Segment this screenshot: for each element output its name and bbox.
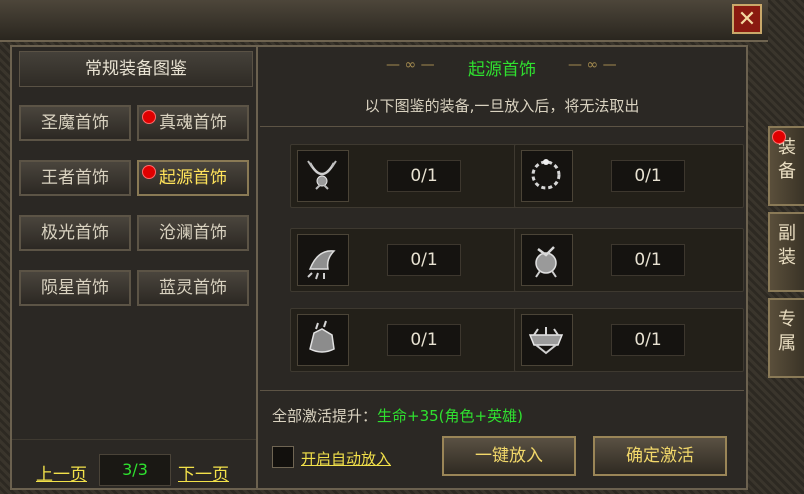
notification-dot: [142, 165, 156, 179]
necklace-icon: [297, 150, 349, 202]
page-indicator: 3/3: [99, 454, 171, 486]
category-label: 王者首饰: [41, 168, 109, 188]
category-button-jiguang[interactable]: 极光首饰: [19, 215, 131, 251]
confirm-activate-button[interactable]: 确定激活: [593, 436, 727, 476]
equipment-slot[interactable]: 0/1: [514, 144, 744, 208]
side-tab-exclusive[interactable]: 专属: [768, 298, 804, 378]
category-button-shengmo[interactable]: 圣魔首饰: [19, 105, 131, 141]
category-label: 圣魔首饰: [41, 113, 109, 133]
category-panel: 常规装备图鉴 圣魔首饰 真魂首饰 王者首饰 起源首饰 极光首饰 沧澜首饰 陨星首…: [10, 45, 258, 490]
category-label: 起源首饰: [159, 168, 227, 188]
close-button[interactable]: ✕: [732, 4, 762, 34]
activation-bonus: 全部激活提升：生命+35(角色+英雄): [272, 405, 523, 426]
codex-detail-panel: — ∞ — 起源首饰 — ∞ — 以下图鉴的装备,一旦放入后，将无法取出 0/1…: [256, 45, 748, 490]
ornament-right-icon: — ∞ —: [568, 57, 617, 73]
category-label: 极光首饰: [41, 223, 109, 243]
crown-band-icon: [521, 314, 573, 366]
helmet-ornament-icon: [521, 234, 573, 286]
category-button-zhenhun[interactable]: 真魂首饰: [137, 105, 249, 141]
bonus-value: 生命+35(角色+英雄): [377, 407, 523, 425]
slot-count: 0/1: [611, 160, 685, 192]
next-page-link[interactable]: 下一页: [178, 460, 229, 485]
gauntlet-icon: [297, 314, 349, 366]
close-icon: ✕: [737, 7, 757, 32]
one-click-put-button[interactable]: 一键放入: [442, 436, 576, 476]
equipment-slot[interactable]: 0/1: [514, 228, 744, 292]
ring-circle-icon: [521, 150, 573, 202]
prev-page-link[interactable]: 上一页: [36, 460, 87, 485]
bonus-label: 全部激活提升：: [272, 407, 378, 425]
divider: [260, 126, 744, 127]
slot-count: 0/1: [387, 324, 461, 356]
category-button-wangzhe[interactable]: 王者首饰: [19, 160, 131, 196]
side-tab-label: 专属: [778, 309, 796, 354]
codex-subtitle: 以下图鉴的装备,一旦放入后，将无法取出: [364, 97, 640, 115]
category-panel-title: 常规装备图鉴: [19, 51, 253, 87]
slot-count: 0/1: [387, 244, 461, 276]
category-button-lanling[interactable]: 蓝灵首饰: [137, 270, 249, 306]
equipment-slot[interactable]: 0/1: [290, 228, 520, 292]
bracelet-claw-icon: [297, 234, 349, 286]
category-button-canglan[interactable]: 沧澜首饰: [137, 215, 249, 251]
category-label: 陨星首饰: [41, 278, 109, 298]
slot-count: 0/1: [611, 244, 685, 276]
auto-put-label[interactable]: 开启自动放入: [301, 448, 391, 469]
side-tab-label: 副装: [778, 223, 796, 268]
category-label: 蓝灵首饰: [159, 278, 227, 298]
notification-dot: [772, 130, 786, 144]
pager: 上一页 3/3 下一页: [12, 439, 256, 490]
equipment-slot[interactable]: 0/1: [514, 308, 744, 372]
category-label: 沧澜首饰: [159, 223, 227, 243]
codex-title: 起源首饰: [468, 60, 536, 80]
slot-count: 0/1: [387, 160, 461, 192]
side-tab-equipment[interactable]: 装备: [768, 126, 804, 206]
equipment-slot[interactable]: 0/1: [290, 144, 520, 208]
divider: [260, 390, 744, 391]
side-tab-secondary[interactable]: 副装: [768, 212, 804, 292]
equipment-slot[interactable]: 0/1: [290, 308, 520, 372]
notification-dot: [142, 110, 156, 124]
category-button-qiyuan[interactable]: 起源首饰: [137, 160, 249, 196]
category-button-yunxing[interactable]: 陨星首饰: [19, 270, 131, 306]
slot-count: 0/1: [611, 324, 685, 356]
category-label: 真魂首饰: [159, 113, 227, 133]
auto-put-checkbox[interactable]: [272, 446, 294, 468]
window-title-bar: ✕: [0, 0, 768, 42]
gear-codex-window: ✕ 常规装备图鉴 圣魔首饰 真魂首饰 王者首饰 起源首饰 极光首饰 沧澜首饰 陨…: [0, 0, 804, 494]
